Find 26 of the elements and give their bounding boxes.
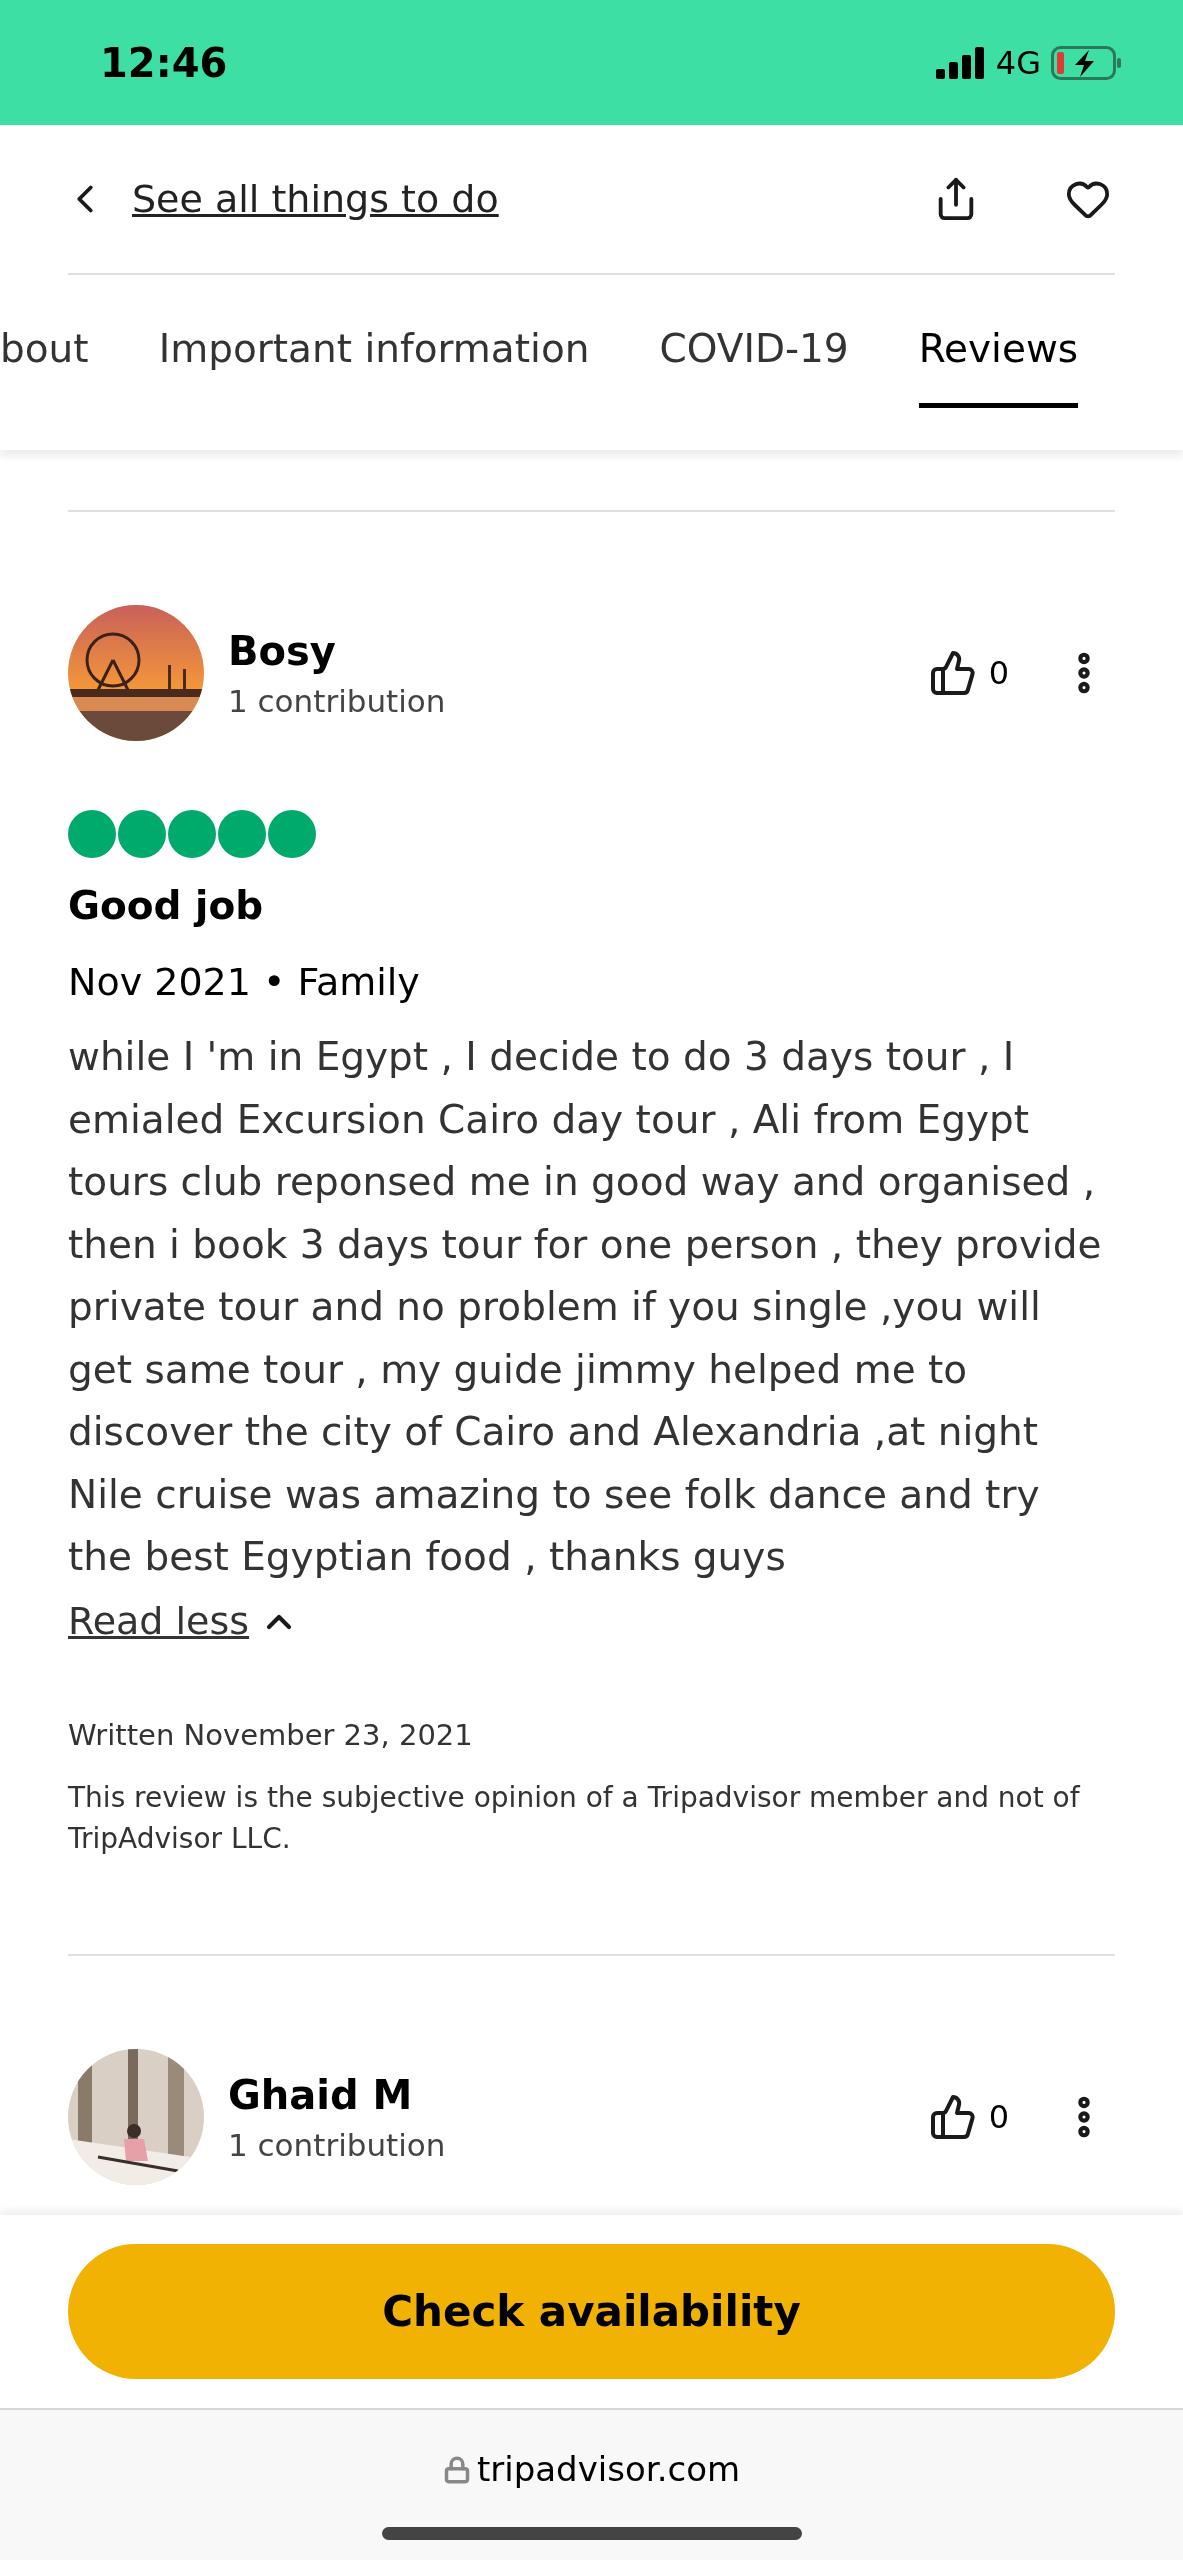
contribution-count: 1 contribution xyxy=(228,682,446,721)
read-less-button[interactable]: Read less xyxy=(68,1590,300,1653)
thumbs-up-icon[interactable] xyxy=(928,649,977,697)
status-time: 12:46 xyxy=(100,38,228,88)
check-availability-button[interactable]: Check availability xyxy=(68,2244,1115,2379)
thumbs-up-icon[interactable] xyxy=(928,2092,977,2141)
review-title: Good job xyxy=(68,882,265,930)
written-date: Written November 23, 2021 xyxy=(68,1716,474,1754)
reviewer-name[interactable]: Bosy xyxy=(228,623,446,679)
url-label[interactable]: tripadvisor.com xyxy=(476,2444,741,2495)
tab[interactable]: COVID-19 xyxy=(659,275,849,408)
tab[interactable]: Reviews xyxy=(918,275,1079,408)
like-count: 0 xyxy=(988,2096,1009,2138)
battery-charging-icon xyxy=(1051,45,1123,80)
lock-icon xyxy=(442,2455,471,2484)
contribution-count: 1 contribution xyxy=(228,2125,446,2165)
review-body: while I 'm in Egypt , I decide to do 3 days tour , I emialed Excursion Cairo day tour , Ali from Egypt tours club reponsed me in good way and organised , then i book 3 days tour for one person , they provide private tour and no problem if you single ,you will get same tour , my guide jimmy helped me to discover the city of Cairo and Alexandria ,at night Nile cruise was amazing to see folk dance and try the best Egyptian food , thanks guys xyxy=(68,1033,1103,1581)
reviewer-name[interactable]: Ghaid M xyxy=(228,2066,446,2123)
review-meta: Nov 2021 • Family xyxy=(68,959,421,1006)
tab[interactable]: Important information xyxy=(158,275,590,408)
signal-icon xyxy=(935,46,986,79)
network-label: 4G xyxy=(995,42,1041,84)
back-link[interactable]: See all things to do xyxy=(132,170,499,228)
tab[interactable]: bout xyxy=(0,275,89,408)
review-disclaimer: This review is the subjective opinion of a Tripadvisor member and not of TripAdvisor LLC. xyxy=(68,1779,1081,1857)
like-count: 0 xyxy=(988,653,1009,694)
